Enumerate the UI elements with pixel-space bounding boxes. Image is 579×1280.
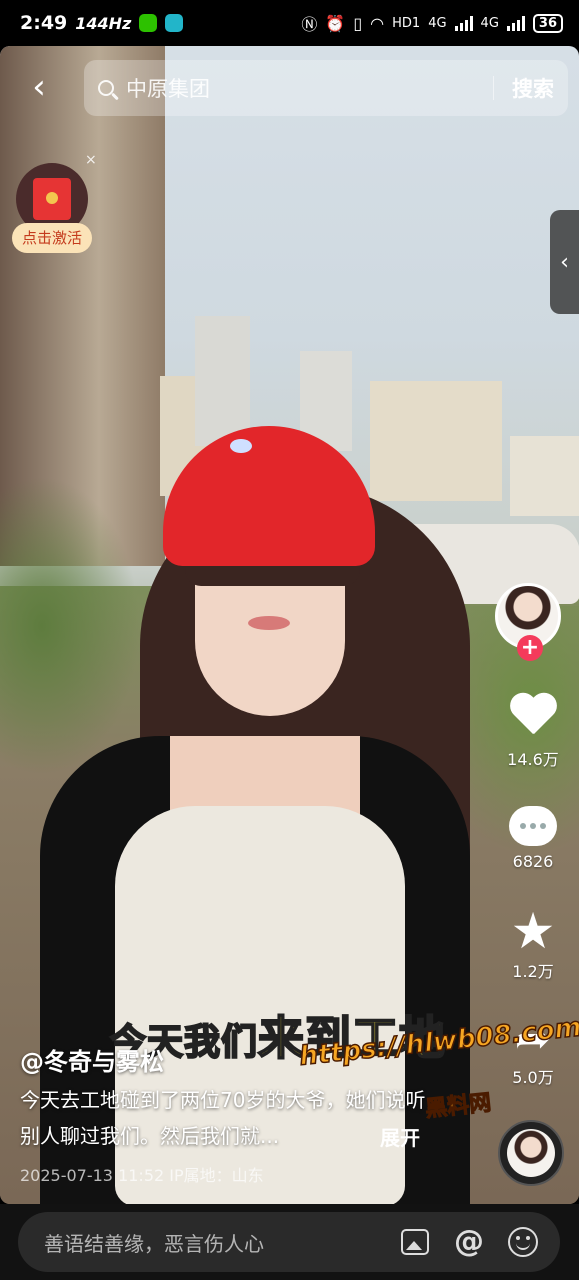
net-label-2: 4G <box>480 15 499 31</box>
like-count: 14.6万 <box>507 750 559 769</box>
wechat-icon <box>139 14 158 32</box>
post-meta: 2025-07-13 11:52 IP属地：山东 <box>20 1162 264 1186</box>
vibrate-icon: ▯ <box>353 13 363 33</box>
author-avatar[interactable]: + <box>495 583 567 665</box>
emoji-icon[interactable] <box>506 1225 540 1259</box>
red-packet-label[interactable]: 点击激活 <box>12 223 92 253</box>
bushes <box>0 476 140 776</box>
bottom-bar: 善语结善缘，恶言伤人心 @ <box>0 1204 579 1280</box>
comment-button[interactable]: 6826 <box>497 806 569 871</box>
expand-caption-button[interactable]: 展开 <box>380 1122 420 1151</box>
mention-icon[interactable]: @ <box>452 1225 486 1259</box>
search-button[interactable]: 搜索 <box>512 73 554 103</box>
building <box>195 316 250 446</box>
red-packet-widget[interactable]: 点击激活 <box>12 163 92 259</box>
post-date: 2025-07-13 11:52 <box>20 1166 165 1185</box>
author-username[interactable]: @冬奇与雾松 <box>20 1042 164 1077</box>
wifi-icon: ◠ <box>370 13 385 33</box>
building <box>370 381 502 501</box>
image-icon[interactable] <box>398 1225 432 1259</box>
watermark-name: 黑料网 <box>424 1090 493 1123</box>
net-label: 4G <box>428 15 447 31</box>
person-lips <box>248 616 290 630</box>
signal-icon-2 <box>506 15 525 31</box>
like-button[interactable]: 14.6万 <box>497 694 569 770</box>
battery-icon: 36 <box>532 13 563 33</box>
comment-placeholder[interactable]: 善语结善缘，恶言伤人心 <box>44 1228 398 1257</box>
hd-label: HD1 <box>392 15 421 31</box>
heart-icon[interactable] <box>508 694 558 740</box>
star-icon[interactable]: ★ <box>497 906 569 956</box>
chevron-left-icon: ‹ <box>560 249 569 275</box>
red-packet-close-icon[interactable]: × <box>85 152 97 168</box>
nfc-icon: Ⓝ <box>301 15 318 34</box>
comment-input[interactable]: 善语结善缘，恶言伤人心 @ <box>18 1212 560 1272</box>
favorite-button[interactable]: ★ 1.2万 <box>497 906 569 982</box>
building <box>510 436 579 516</box>
comment-count: 6826 <box>512 852 554 871</box>
status-time: 2:49 <box>20 12 68 34</box>
side-panel-toggle[interactable]: ‹ <box>550 210 579 314</box>
follow-button[interactable]: + <box>517 635 543 661</box>
alarm-icon: ⏰ <box>325 13 346 33</box>
search-icon <box>98 80 114 96</box>
search-bar[interactable]: 中原集团 搜索 <box>84 60 568 116</box>
music-disc[interactable] <box>498 1120 564 1186</box>
app-notification-icon <box>165 14 184 32</box>
hard-hat-badge <box>230 439 252 453</box>
favorite-count: 1.2万 <box>512 962 554 981</box>
status-bar: 2:49 144Hz Ⓝ ⏰ ▯ ◠ HD1 4G 4G 36 <box>0 0 579 46</box>
comment-icon[interactable] <box>509 806 557 846</box>
post-caption[interactable]: 今天去工地碰到了两位70岁的大爷，她们说听别人聊过我们。然后我们就... <box>20 1082 440 1154</box>
music-cover <box>507 1129 555 1177</box>
back-button[interactable]: ‹ <box>24 70 54 104</box>
signal-icon <box>454 15 473 31</box>
search-divider <box>493 76 494 100</box>
search-input[interactable]: 中原集团 <box>126 73 493 103</box>
refresh-rate: 144Hz <box>75 13 132 33</box>
share-count: 5.0万 <box>512 1068 554 1087</box>
ip-location: IP属地：山东 <box>169 1166 264 1185</box>
